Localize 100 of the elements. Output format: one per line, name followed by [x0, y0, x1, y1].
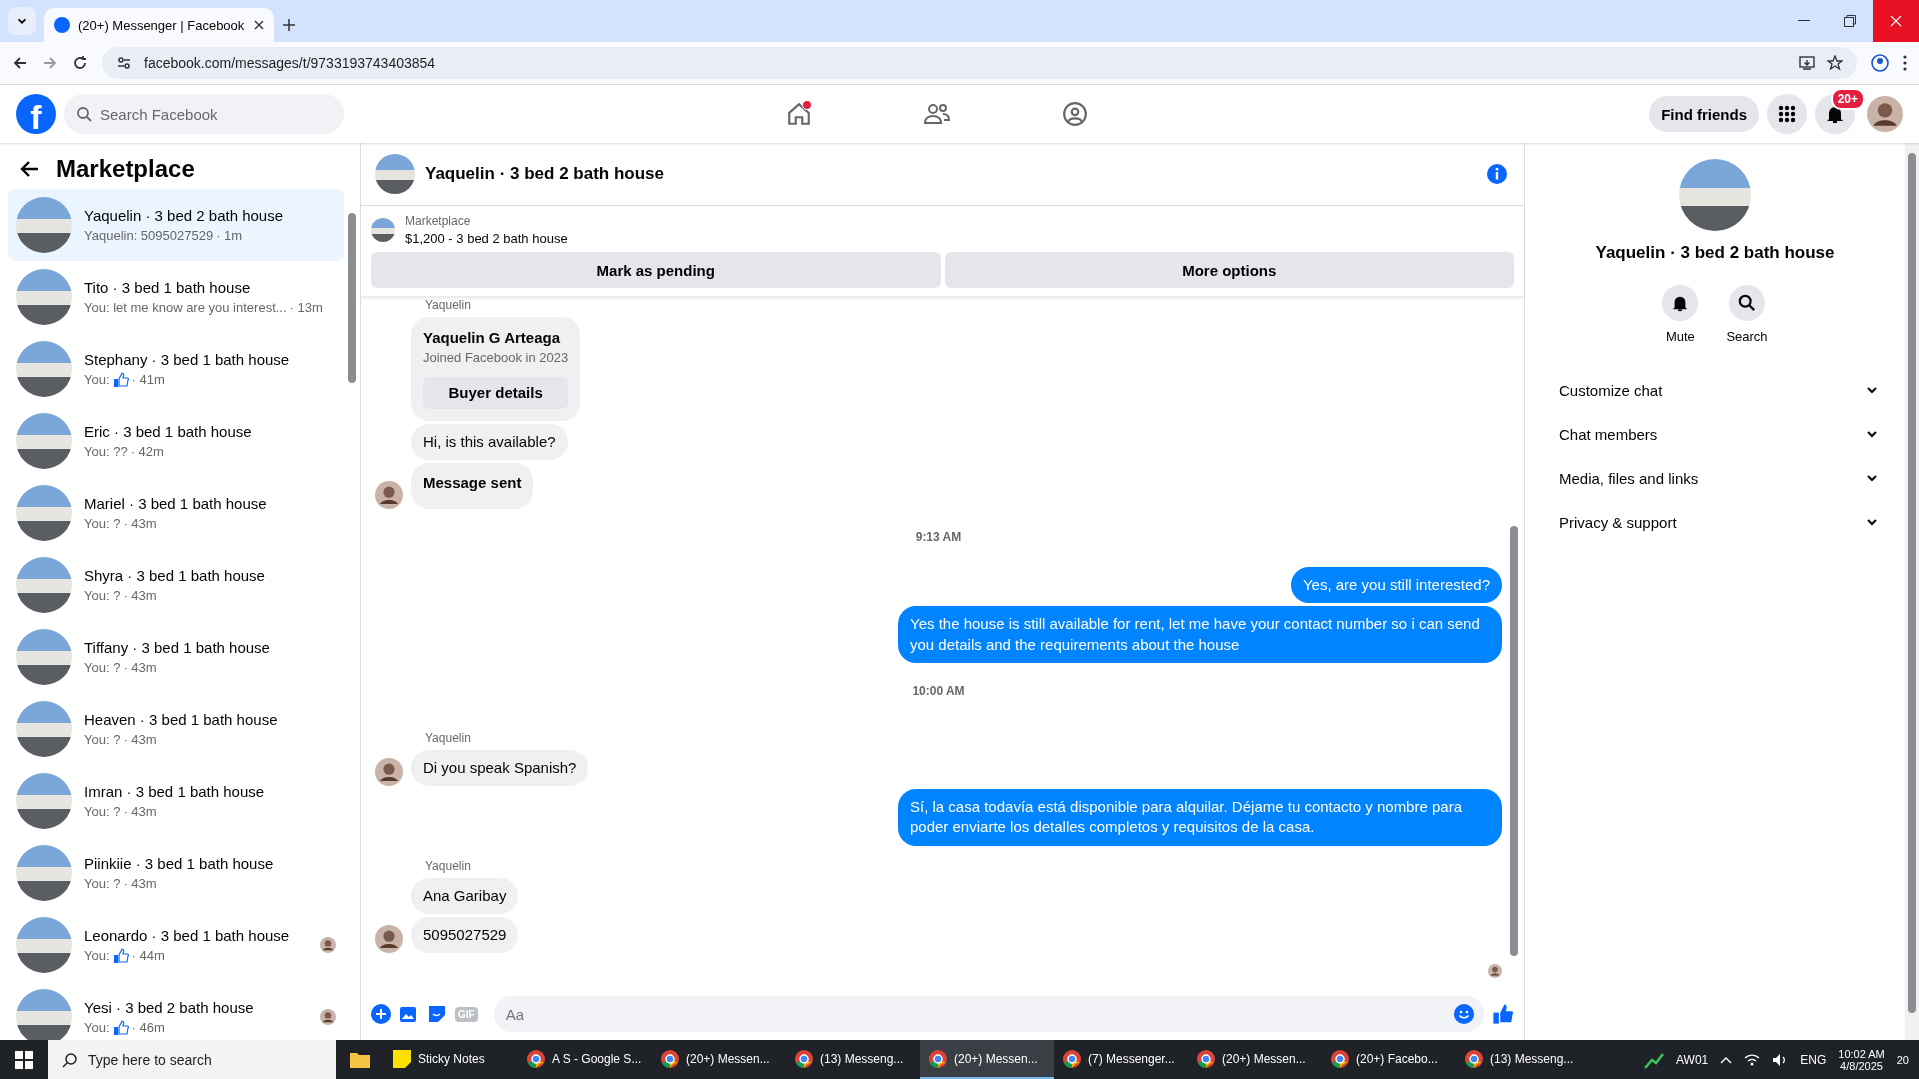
reload-icon[interactable] — [72, 55, 88, 71]
message-time: · 43m — [123, 516, 157, 531]
taskbar-search-field[interactable]: Type here to search — [48, 1040, 336, 1079]
scrollbar[interactable] — [348, 213, 356, 383]
chrome-icon — [526, 1048, 546, 1069]
conversation-item[interactable]: Piinkiie · 3 bed 1 bath house You: ? · 43m — [8, 837, 344, 909]
image-icon[interactable] — [399, 1004, 419, 1024]
star-icon[interactable] — [1827, 55, 1843, 71]
house-photo — [375, 154, 415, 194]
tab-title: (20+) Messenger | Facebook — [78, 17, 246, 33]
new-tab-icon[interactable] — [282, 18, 296, 32]
taskbar-app[interactable]: (7) Messenger... — [1054, 1040, 1188, 1079]
incoming-message: Message sent — [411, 462, 534, 509]
scrollbar[interactable] — [1908, 153, 1916, 1013]
back-icon[interactable] — [20, 159, 40, 179]
conversation-item[interactable]: Heaven · 3 bed 1 bath house You: ? · 43m — [8, 693, 344, 765]
house-photo — [16, 269, 72, 325]
taskbar-app[interactable]: (13) Messeng... — [1456, 1040, 1590, 1079]
address-bar[interactable]: facebook.com/messages/t/9733193743403854 — [102, 47, 1857, 79]
listing-action-button[interactable]: More options — [944, 252, 1514, 288]
chrome-icon — [1330, 1048, 1350, 1069]
wifi-icon[interactable] — [1744, 1052, 1761, 1067]
url-text: facebook.com/messages/t/9733193743403854 — [144, 55, 437, 71]
taskbar-app[interactable]: (20+) Facebo... — [1322, 1040, 1456, 1079]
install-icon[interactable] — [1799, 55, 1815, 71]
browser-tab[interactable]: (20+) Messenger | Facebook — [44, 8, 274, 42]
listing-action-button[interactable]: Mark as pending — [371, 252, 941, 288]
conversation-item[interactable]: Stephany · 3 bed 1 bath house You: · 41m — [8, 333, 344, 405]
message-time: · 46m — [131, 1020, 165, 1035]
conversation-name: Tito · 3 bed 1 bath house — [84, 279, 252, 296]
message-time: · 42m — [130, 444, 164, 459]
conversation-item[interactable]: Imran · 3 bed 1 bath house You: ? · 43m — [8, 765, 344, 837]
thumbs-up-icon[interactable] — [1492, 1003, 1514, 1025]
search-field[interactable]: Search Facebook — [64, 94, 344, 134]
chrome-icon — [1464, 1048, 1484, 1069]
conversation-item[interactable]: Mariel · 3 bed 1 bath house You: ? · 43m — [8, 477, 344, 549]
taskbar-app[interactable]: A S - Google S... — [518, 1040, 652, 1079]
scrollbar[interactable] — [1510, 526, 1518, 956]
mute-button[interactable] — [1662, 285, 1699, 321]
incoming-message: 5095027529 — [411, 916, 519, 953]
menu-button[interactable] — [1767, 94, 1807, 134]
sticker-icon[interactable] — [427, 1004, 447, 1024]
emoji-icon[interactable] — [1454, 1004, 1474, 1024]
taskbar-app[interactable]: (20+) Messen... — [920, 1040, 1054, 1079]
home-icon[interactable] — [785, 101, 812, 127]
taskbar-app[interactable]: (13) Messeng... — [786, 1040, 920, 1079]
message-input[interactable]: Aa — [493, 996, 1484, 1032]
profile-icon[interactable] — [1871, 54, 1889, 72]
listing-summary: $1,200 - 3 bed 2 bath house — [405, 231, 568, 246]
conversation-item[interactable]: Tiffany · 3 bed 1 bath house You: ? · 43m — [8, 621, 344, 693]
info-icon[interactable] — [1486, 163, 1508, 185]
restore-icon — [1844, 15, 1856, 27]
section-header[interactable]: Chat members — [1541, 412, 1889, 456]
plus-icon[interactable] — [371, 1004, 391, 1024]
close-icon[interactable] — [254, 20, 264, 30]
conversation-name: Stephany · 3 bed 1 bath house — [84, 350, 291, 368]
friends-icon[interactable] — [922, 101, 951, 127]
chevron-up-icon[interactable] — [1720, 1055, 1733, 1064]
input-language[interactable]: ENG — [1800, 1052, 1827, 1067]
forward-icon[interactable] — [42, 55, 58, 71]
buyer-details-button[interactable]: Buyer details — [423, 376, 569, 409]
chrome-icon — [1196, 1048, 1216, 1069]
conversation-item[interactable]: Tito · 3 bed 1 bath house You: let me know are you interest... · 13m — [8, 261, 344, 333]
facebook-icon — [54, 17, 70, 33]
timestamp: 9:13 AM — [915, 530, 962, 544]
menu-icon[interactable] — [1903, 55, 1907, 71]
search-icon — [76, 106, 92, 122]
chrome-icon — [660, 1048, 680, 1069]
buyer-name: Yaquelin G Arteaga — [423, 328, 561, 346]
taskbar-app[interactable]: (20+) Messen... — [652, 1040, 786, 1079]
tab-search-button[interactable] — [8, 7, 36, 35]
back-icon[interactable] — [12, 55, 28, 71]
site-settings-icon[interactable] — [116, 55, 132, 71]
section-header[interactable]: Privacy & support — [1541, 500, 1889, 544]
find-friends-button[interactable]: Find friends — [1649, 96, 1759, 132]
groups-icon[interactable] — [1061, 101, 1088, 127]
folder-icon[interactable] — [349, 1050, 371, 1069]
clock[interactable]: 10:02 AM 4/8/2025 — [1838, 1047, 1885, 1072]
conversation-item[interactable]: Yaquelin · 3 bed 2 bath house Yaquelin: 5095027529 · 1m — [8, 189, 344, 261]
bell-icon — [1825, 104, 1845, 124]
facebook-logo[interactable]: f — [16, 94, 56, 134]
house-photo — [16, 197, 72, 253]
message-time: · 43m — [123, 876, 157, 891]
section-header[interactable]: Customize chat — [1541, 368, 1889, 412]
sender-name: Yaquelin — [425, 730, 472, 745]
conversation-name: Shyra · 3 bed 1 bath house — [84, 567, 266, 584]
conversation-item[interactable]: Shyra · 3 bed 1 bath house You: ? · 43m — [8, 549, 344, 621]
conversation-item[interactable]: Leonardo · 3 bed 1 bath house You: · 44m — [8, 909, 344, 981]
notification-count[interactable]: 20 — [1896, 1053, 1909, 1066]
taskbar-app[interactable]: Sticky Notes — [384, 1040, 518, 1079]
conversation-name: Yaquelin · 3 bed 2 bath house — [84, 207, 285, 224]
chrome-icon — [928, 1048, 948, 1069]
taskbar-app[interactable]: (20+) Messen... — [1188, 1040, 1322, 1079]
section-header[interactable]: Media, files and links — [1541, 456, 1889, 500]
profile-avatar — [1867, 96, 1903, 132]
search-button[interactable] — [1729, 285, 1765, 321]
conversation-name: Mariel · 3 bed 1 bath house — [84, 495, 268, 512]
conversation-item[interactable]: Eric · 3 bed 1 bath house You: ?? · 42m — [8, 405, 344, 477]
message-preview: You: — [84, 1020, 110, 1035]
windows-icon[interactable] — [15, 1050, 33, 1069]
